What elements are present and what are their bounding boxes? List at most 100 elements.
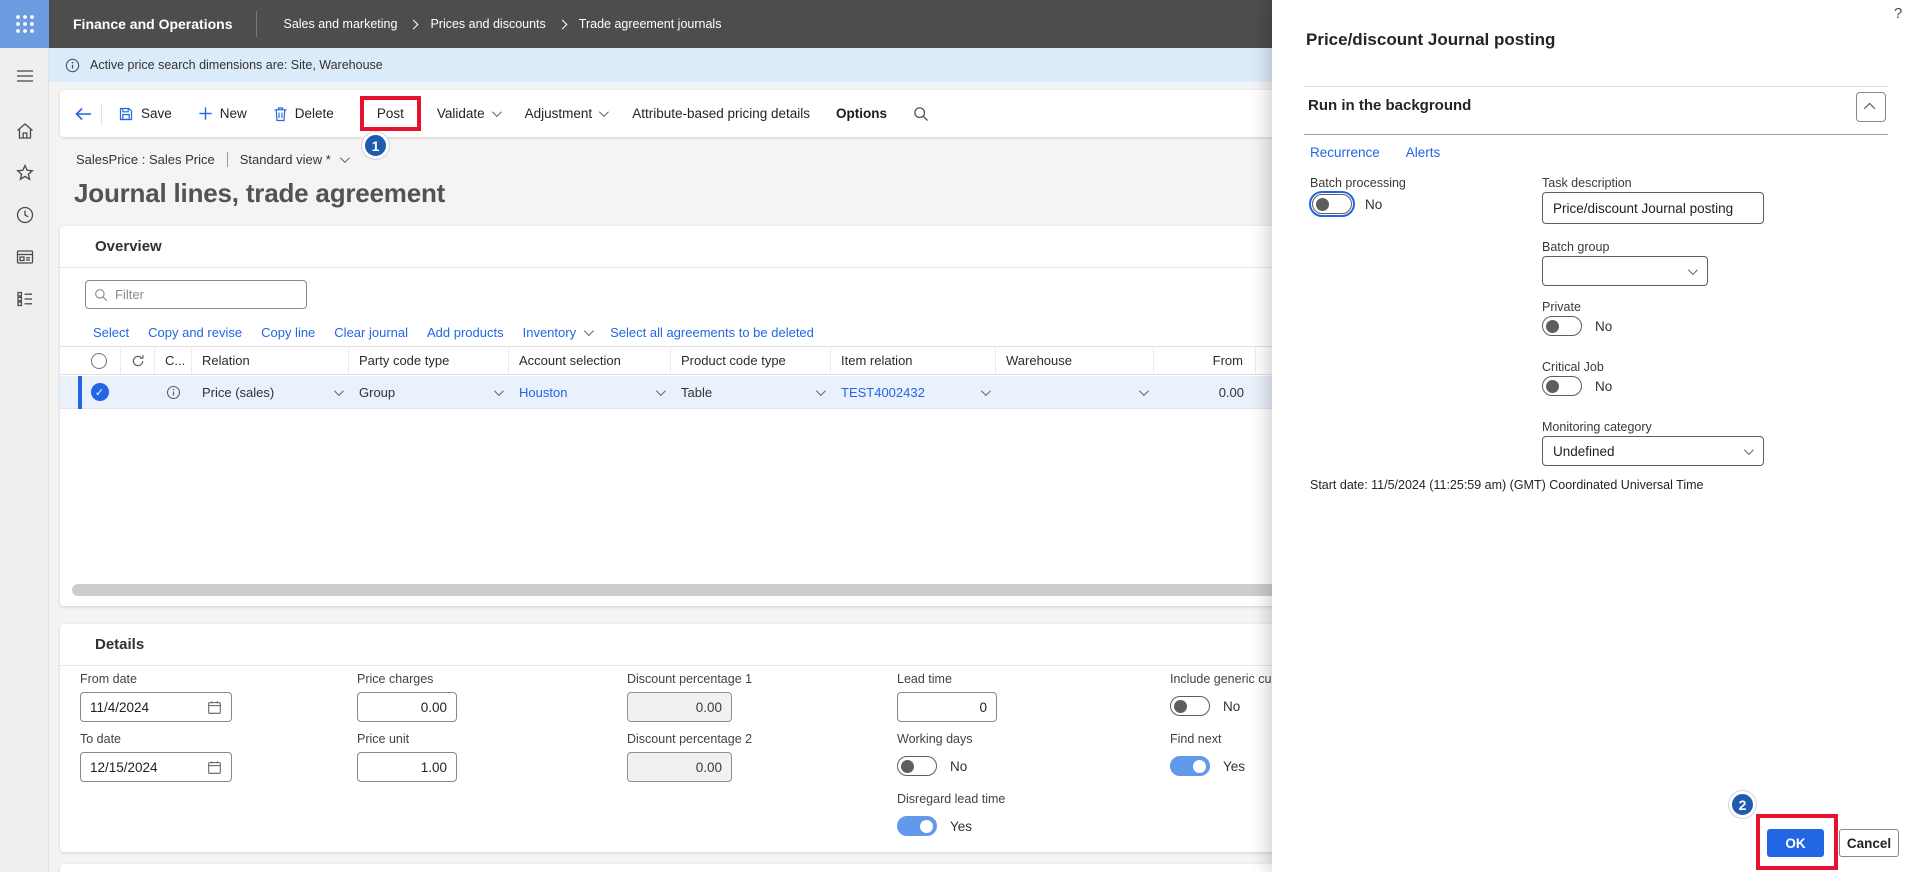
party-code-type-cell[interactable]: Group: [349, 376, 509, 408]
account-selection-cell[interactable]: Houston: [509, 376, 671, 408]
price-unit-input[interactable]: 1.00: [357, 752, 457, 782]
column-header-account-selection[interactable]: Account selection: [509, 347, 671, 374]
post-button[interactable]: Post: [377, 106, 404, 121]
rail-favorites-button[interactable]: [0, 153, 49, 193]
product-code-type-value: Table: [681, 384, 713, 400]
column-header-from[interactable]: From: [1154, 347, 1256, 374]
link-add-products[interactable]: Add products: [427, 325, 504, 340]
party-code-type-value: Group: [359, 384, 396, 400]
link-inventory[interactable]: Inventory: [522, 325, 594, 340]
column-header-relation[interactable]: Relation: [192, 347, 349, 374]
toggle-knob-icon: [901, 759, 914, 773]
warehouse-cell[interactable]: [996, 376, 1154, 408]
item-relation-value[interactable]: TEST4002432: [841, 385, 925, 400]
validate-button[interactable]: Validate: [437, 106, 502, 121]
link-clear-journal[interactable]: Clear journal: [334, 325, 408, 340]
record-context: SalesPrice : Sales Price: [76, 152, 215, 167]
breadcrumb-item-sales-and-marketing[interactable]: Sales and marketing: [283, 17, 397, 31]
private-toggle[interactable]: [1542, 316, 1582, 336]
chevron-down-icon: [493, 385, 504, 396]
delete-button[interactable]: Delete: [273, 106, 334, 122]
product-name[interactable]: Finance and Operations: [73, 16, 232, 32]
from-cell[interactable]: 0.00: [1154, 376, 1256, 408]
new-button[interactable]: New: [198, 106, 247, 121]
rail-workspaces-button[interactable]: [0, 237, 49, 277]
breadcrumb-item-trade-agreement-journals[interactable]: Trade agreement journals: [579, 17, 722, 31]
column-header-product-code-type[interactable]: Product code type: [671, 347, 831, 374]
calendar-icon[interactable]: [207, 760, 222, 775]
batch-processing-toggle[interactable]: [1308, 190, 1356, 218]
batch-group-dropdown[interactable]: [1542, 256, 1708, 286]
price-unit-value: 1.00: [420, 759, 447, 775]
overview-section-title: Overview: [60, 226, 1290, 268]
filter-input[interactable]: [115, 287, 298, 302]
chevron-down-icon: [1687, 264, 1698, 275]
toolbar-search-button[interactable]: [913, 106, 929, 122]
column-header-party-code-type[interactable]: Party code type: [349, 347, 509, 374]
app-launcher-button[interactable]: [0, 0, 49, 48]
row-info-button[interactable]: [155, 376, 192, 408]
monitoring-category-dropdown[interactable]: Undefined: [1542, 436, 1764, 466]
task-description-input[interactable]: [1553, 200, 1753, 216]
price-charges-input[interactable]: 0.00: [357, 692, 457, 722]
save-icon: [119, 107, 133, 120]
save-button[interactable]: Save: [118, 106, 172, 122]
rail-recent-button[interactable]: [0, 195, 49, 235]
column-header-warehouse[interactable]: Warehouse: [996, 347, 1154, 374]
adjustment-button[interactable]: Adjustment: [525, 106, 610, 121]
include-generic-currency-toggle[interactable]: [1170, 696, 1210, 716]
column-header-c[interactable]: C...: [155, 347, 192, 374]
calendar-icon[interactable]: [207, 700, 222, 715]
lead-time-input[interactable]: 0: [897, 692, 997, 722]
column-header-item-relation[interactable]: Item relation: [831, 347, 996, 374]
step-badge-1: 1: [362, 132, 389, 159]
post-annotation-box: Post: [359, 96, 421, 131]
breadcrumb: Sales and marketing Prices and discounts…: [283, 17, 721, 31]
waffle-icon: [15, 15, 34, 33]
disregard-lead-time-toggle[interactable]: [897, 816, 937, 836]
select-all-column-header[interactable]: [78, 347, 121, 374]
rail-menu-button[interactable]: [0, 56, 49, 96]
link-select[interactable]: Select: [93, 325, 129, 340]
relation-cell[interactable]: Price (sales): [192, 376, 349, 408]
account-selection-value[interactable]: Houston: [519, 385, 567, 400]
batch-processing-label: Batch processing: [1310, 176, 1406, 190]
product-code-type-cell[interactable]: Table: [671, 376, 831, 408]
working-days-toggle[interactable]: [897, 756, 937, 776]
rail-modules-button[interactable]: [0, 279, 49, 319]
row-checkbox[interactable]: ✓: [78, 376, 121, 408]
cancel-button[interactable]: Cancel: [1839, 829, 1899, 857]
item-relation-cell[interactable]: TEST4002432: [831, 376, 996, 408]
to-date-field: To date 12/15/2024: [80, 732, 232, 782]
critical-job-toggle[interactable]: [1542, 376, 1582, 396]
tab-recurrence[interactable]: Recurrence: [1310, 145, 1380, 160]
link-copy-line[interactable]: Copy line: [261, 325, 315, 340]
view-selector[interactable]: Standard view *: [240, 152, 350, 167]
ok-button[interactable]: OK: [1767, 829, 1824, 857]
to-date-input[interactable]: 12/15/2024: [80, 752, 232, 782]
back-button[interactable]: [74, 106, 93, 122]
link-select-all-agreements[interactable]: Select all agreements to be deleted: [610, 325, 814, 340]
rail-home-button[interactable]: [0, 111, 49, 151]
options-button[interactable]: Options: [836, 106, 887, 121]
from-date-input[interactable]: 11/4/2024: [80, 692, 232, 722]
find-next-state: Yes: [1223, 758, 1246, 774]
toggle-knob-icon: [1316, 197, 1329, 211]
horizontal-scrollbar[interactable]: [72, 584, 1276, 596]
breadcrumb-item-prices-and-discounts[interactable]: Prices and discounts: [430, 17, 545, 31]
link-inventory-label: Inventory: [522, 325, 577, 340]
discount-percentage-1-label: Discount percentage 1: [627, 672, 753, 686]
chevron-down-icon: [815, 385, 826, 396]
refresh-column-header[interactable]: [121, 347, 155, 374]
critical-job-state: No: [1595, 378, 1613, 394]
lead-time-field: Lead time 0: [897, 672, 997, 722]
find-next-toggle[interactable]: [1170, 756, 1210, 776]
attribute-based-pricing-button[interactable]: Attribute-based pricing details: [632, 106, 810, 121]
link-copy-and-revise[interactable]: Copy and revise: [148, 325, 242, 340]
private-state: No: [1595, 318, 1613, 334]
table-row[interactable]: ✓ Price (sales) Group Houston Table TEST…: [60, 376, 1290, 409]
help-button[interactable]: ?: [1894, 5, 1902, 22]
tab-alerts[interactable]: Alerts: [1406, 145, 1441, 160]
collapse-section-button[interactable]: [1856, 92, 1886, 122]
chevron-down-icon: [491, 107, 502, 118]
